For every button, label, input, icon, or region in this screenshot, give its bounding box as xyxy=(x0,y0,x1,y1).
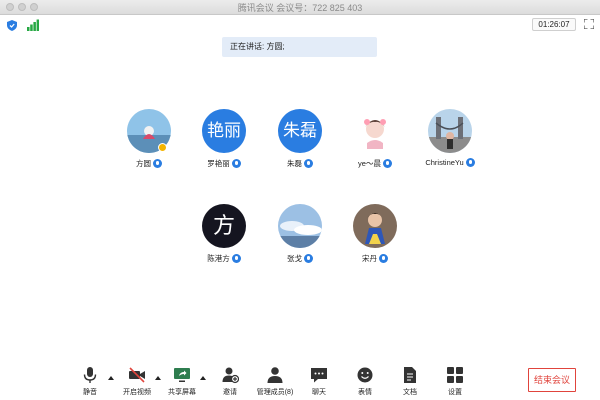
participant-name: 罗艳丽 xyxy=(207,159,230,168)
document-icon xyxy=(404,367,416,383)
mic-status-icon xyxy=(382,159,392,168)
mute-options-caret-icon[interactable] xyxy=(108,376,114,380)
window-title-bar: 腾讯会议 会议号：722 825 403 xyxy=(0,0,600,15)
manage-members-label: 管理成员(8) xyxy=(256,389,294,396)
invite-button[interactable]: 邀请 xyxy=(208,366,252,398)
avatar xyxy=(353,204,397,248)
start-video-label: 开启视频 xyxy=(123,389,151,396)
end-meeting-button[interactable]: 结束会议 xyxy=(528,368,576,392)
meeting-toolbar: 静音 开启视频 共享屏幕 邀请 管理成员(8) 聊天 表情 文档 设置 xyxy=(0,360,600,400)
shield-icon[interactable] xyxy=(7,20,17,31)
mute-button[interactable]: 静音 xyxy=(68,366,112,398)
participant-name: 张戈 xyxy=(287,254,302,263)
participant-name: 宋丹 xyxy=(362,254,377,263)
participant-name: 朱磊 xyxy=(287,159,302,168)
camera-off-icon xyxy=(129,367,145,383)
participant-name: ChristineYu xyxy=(425,158,464,167)
mic-status-icon xyxy=(465,158,475,167)
mic-status-icon xyxy=(304,159,313,168)
chat-button[interactable]: 聊天 xyxy=(297,366,341,398)
members-icon xyxy=(267,367,283,383)
window-title: 腾讯会议 会议号：722 825 403 xyxy=(237,3,363,13)
participant-tile[interactable]: ChristineYu xyxy=(405,109,495,179)
share-screen-label: 共享屏幕 xyxy=(168,389,196,396)
avatar: 朱磊 xyxy=(278,109,322,153)
mic-status-icon xyxy=(304,254,313,263)
share-screen-icon xyxy=(174,368,190,382)
invite-icon xyxy=(222,367,239,384)
settings-label: 设置 xyxy=(448,389,462,396)
avatar xyxy=(278,204,322,248)
mute-label: 静音 xyxy=(83,389,97,396)
participant-tile[interactable]: 宋丹 xyxy=(330,204,420,274)
participant-name: 方圆 xyxy=(136,159,151,168)
avatar xyxy=(353,109,397,153)
participant-name: 陈港方 xyxy=(207,254,230,263)
avatar xyxy=(428,109,472,153)
documents-button[interactable]: 文档 xyxy=(388,366,432,398)
grid-settings-icon xyxy=(447,367,463,383)
participant-name: ye～晨 xyxy=(358,159,381,168)
meeting-timer: 01:26:07 xyxy=(532,18,576,31)
fullscreen-icon[interactable] xyxy=(584,19,594,29)
chat-label: 聊天 xyxy=(312,389,326,396)
mic-status-icon xyxy=(379,254,388,263)
share-screen-button[interactable]: 共享屏幕 xyxy=(160,366,204,398)
mic-status-icon xyxy=(153,159,162,168)
microphone-icon xyxy=(83,367,97,383)
documents-label: 文档 xyxy=(403,389,417,396)
chat-icon xyxy=(311,368,327,383)
signal-strength-icon[interactable] xyxy=(27,19,39,31)
manage-members-button[interactable]: 管理成员(8) xyxy=(252,366,298,398)
share-options-caret-icon[interactable] xyxy=(200,376,206,380)
invite-label: 邀请 xyxy=(223,389,237,396)
active-speaker-banner: 正在讲话: 方圆; xyxy=(222,37,377,57)
mic-status-icon xyxy=(231,159,241,168)
mic-status-icon xyxy=(231,254,241,263)
avatar: 艳丽 xyxy=(202,109,246,153)
emoji-icon xyxy=(357,367,373,383)
emoji-button[interactable]: 表情 xyxy=(343,366,387,398)
start-video-button[interactable]: 开启视频 xyxy=(115,366,159,398)
emoji-label: 表情 xyxy=(358,389,372,396)
settings-button[interactable]: 设置 xyxy=(433,366,477,398)
avatar: 方 xyxy=(202,204,246,248)
host-badge-icon xyxy=(158,143,167,152)
